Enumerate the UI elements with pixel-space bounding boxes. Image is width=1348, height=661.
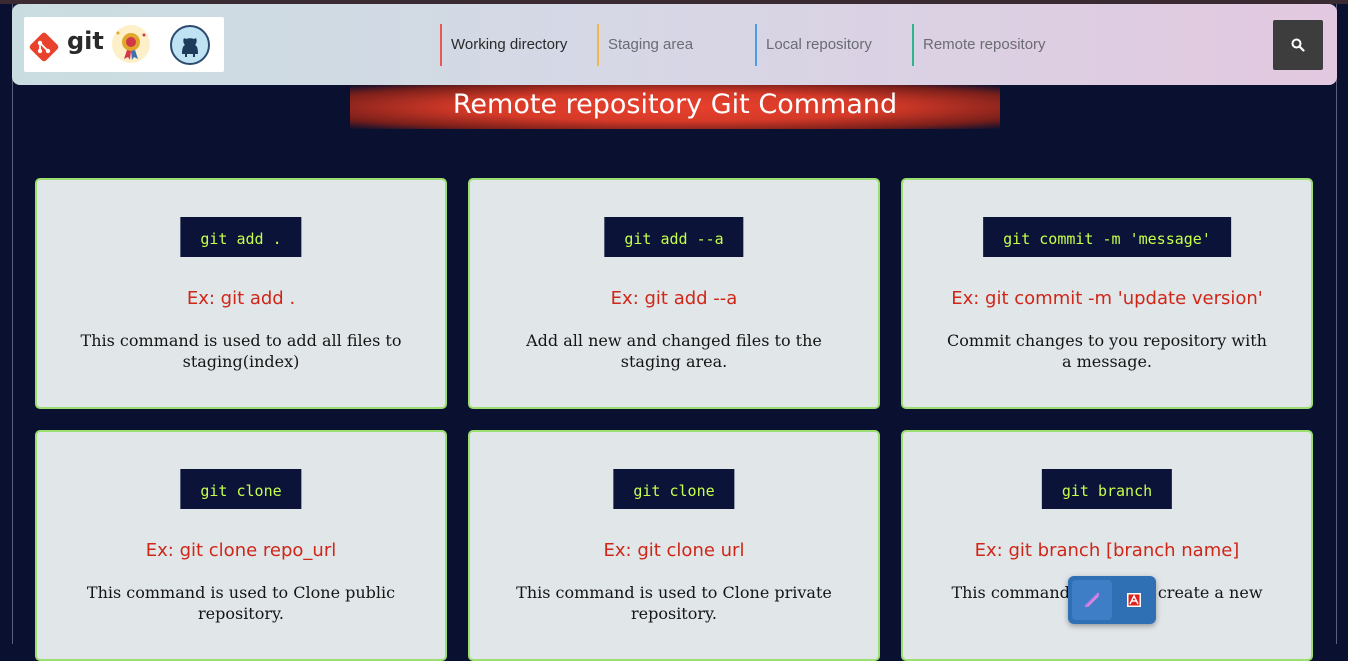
command-code: git clone [180,469,302,509]
command-card: git commit -m 'message' Ex: git commit -… [901,178,1313,409]
nav-link-label: Remote repository [923,36,1046,53]
command-example: Ex: git branch [branch name] [974,540,1240,561]
command-code: git clone [613,469,735,509]
nav-link-label: Staging area [608,36,694,53]
command-example: Ex: git add --a [610,288,738,309]
command-card: git clone Ex: git clone url This command… [468,430,880,661]
command-example: Ex: git add . [186,288,296,309]
floating-toolbar[interactable] [1068,576,1156,624]
command-description: This command is used to Clone public rep… [86,583,396,623]
github-icon[interactable] [169,24,211,66]
command-description: This command is used to add all files to… [80,331,402,371]
pen-icon [1084,592,1100,608]
search-icon [1291,38,1305,52]
git-logo-icon[interactable] [28,31,60,63]
command-card: git clone Ex: git clone repo_url This co… [35,430,447,661]
command-description: This command is used to Clone private re… [516,583,832,623]
command-example: Ex: git commit -m 'update version' [951,288,1263,309]
nav-link-working-directory[interactable]: Working directory [440,24,597,66]
pdf-icon [1127,593,1141,607]
search-button[interactable] [1273,20,1323,70]
command-example: Ex: git clone repo_url [145,540,337,561]
command-card: git add . Ex: git add . This command is … [35,178,447,409]
pdf-button[interactable] [1116,580,1152,620]
command-code: git branch [1041,469,1173,509]
command-description: Add all new and changed files to the sta… [526,331,822,371]
badge-icon[interactable] [110,23,152,65]
command-code: git commit -m 'message' [983,217,1231,257]
nav-link-label: Local repository [766,36,872,53]
command-code: git add . [180,217,302,257]
annotate-button[interactable] [1072,580,1112,620]
command-description: Commit changes to you repository with a … [947,331,1267,371]
git-logo-text: git [67,27,104,55]
navbar: git Working directory Staging area Local… [12,4,1337,85]
nav-link-local-repository[interactable]: Local repository [755,24,912,66]
nav-link-staging-area[interactable]: Staging area [597,24,754,66]
command-example: Ex: git clone url [603,540,745,561]
page-title-banner: Remote repository Git Command [350,85,1000,129]
logo-group: git [24,17,224,72]
command-card: git branch Ex: git branch [branch name] … [901,430,1313,661]
nav-link-remote-repository[interactable]: Remote repository [912,24,1083,66]
nav-link-label: Working directory [451,36,568,53]
command-card: git add --a Ex: git add --a Add all new … [468,178,880,409]
command-code: git add --a [604,217,744,257]
page-title: Remote repository Git Command [452,89,898,120]
